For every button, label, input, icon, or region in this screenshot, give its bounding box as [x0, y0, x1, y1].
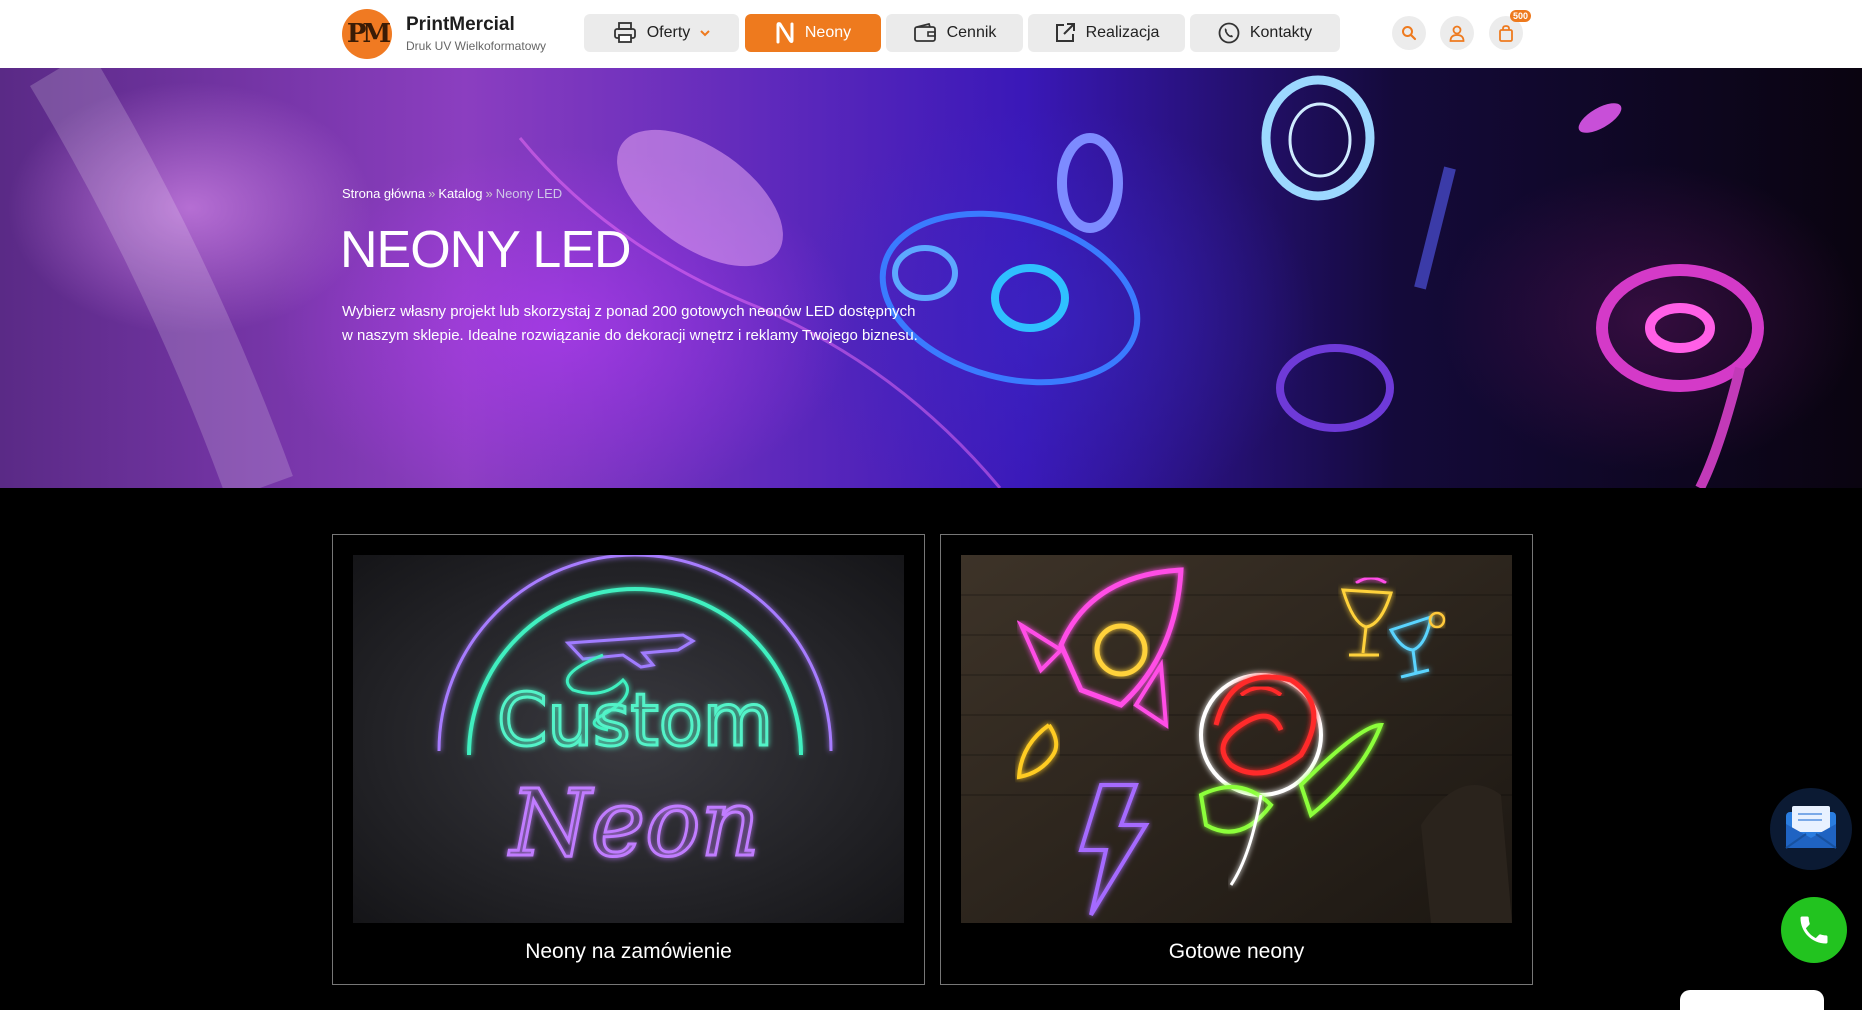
nav-neony-label: Neony	[804, 24, 852, 41]
breadcrumb-home[interactable]: Strona główna	[342, 186, 425, 201]
search-button[interactable]	[1392, 16, 1426, 50]
phone-icon	[1218, 22, 1240, 44]
card-title[interactable]: Neony na zamówienie	[333, 940, 924, 964]
chevron-down-icon	[700, 29, 710, 36]
neon-n-icon	[776, 22, 794, 44]
brand-subtitle: Druk UV Wielkoformatowy	[406, 39, 547, 53]
cart-count-badge: 500	[1509, 10, 1531, 22]
breadcrumb: Strona główna» Katalog» Neony LED	[342, 186, 562, 201]
nav-oferty[interactable]: Oferty	[584, 14, 739, 52]
hero-banner: Strona główna» Katalog» Neony LED NEONY LE…	[0, 68, 1862, 488]
hero-description: Wybierz własny projekt lub skorzystaj z …	[342, 303, 918, 344]
shopping-bag-icon	[1499, 24, 1513, 42]
custom-neon-text-bottom: Neon	[508, 770, 760, 877]
printer-icon	[613, 22, 636, 43]
wallet-icon	[913, 23, 936, 42]
envelope-icon	[1785, 806, 1837, 849]
logo-mark: PM	[346, 19, 391, 49]
site-header: PM PrintMercial Druk UV Wielkoformatowy …	[0, 0, 1862, 68]
breadcrumb-catalog[interactable]: Katalog	[438, 186, 482, 201]
cookie-consent-tab[interactable]	[1680, 990, 1824, 1010]
phone-handset-icon	[1800, 916, 1828, 944]
neon-background-image	[29, 68, 1764, 488]
nav-realizacja[interactable]: Realizacja	[1028, 14, 1185, 52]
search-icon	[1402, 26, 1417, 41]
nav-cennik-label: Cennik	[946, 24, 997, 41]
nav-kontakty-label: Kontakty	[1249, 24, 1313, 41]
user-icon	[1449, 25, 1465, 42]
cart-button[interactable]: 500	[1489, 10, 1531, 50]
brand-title: PrintMercial	[406, 14, 515, 35]
nav-realizacja-label: Realizacja	[1085, 24, 1160, 41]
breadcrumb-separator: »	[485, 186, 493, 201]
logo[interactable]: PM	[342, 9, 392, 59]
nav-kontakty[interactable]: Kontakty	[1190, 14, 1340, 52]
call-button[interactable]	[1781, 897, 1847, 963]
nav-neony[interactable]: Neony	[745, 14, 881, 52]
external-link-icon	[1055, 23, 1075, 42]
nav-cennik[interactable]: Cennik	[886, 14, 1023, 52]
category-card-ready[interactable]: Gotowe neony	[940, 534, 1533, 985]
custom-neon-text-top: Custom	[497, 678, 773, 762]
category-card-custom[interactable]: Custom Neon Neony na zamówienie	[332, 534, 925, 985]
breadcrumb-separator: »	[428, 186, 436, 201]
account-button[interactable]	[1440, 16, 1474, 50]
card-title[interactable]: Gotowe neony	[941, 940, 1532, 964]
ready-neons-image	[961, 555, 1512, 923]
page-title: NEONY LED	[340, 221, 632, 279]
brand[interactable]: PrintMercial Druk UV Wielkoformatowy	[406, 14, 546, 53]
nav-oferty-label: Oferty	[646, 24, 691, 41]
breadcrumb-current: Neony LED	[495, 186, 563, 201]
contact-mail-button[interactable]	[1770, 788, 1852, 870]
custom-neon-image: Custom Neon	[353, 555, 904, 923]
